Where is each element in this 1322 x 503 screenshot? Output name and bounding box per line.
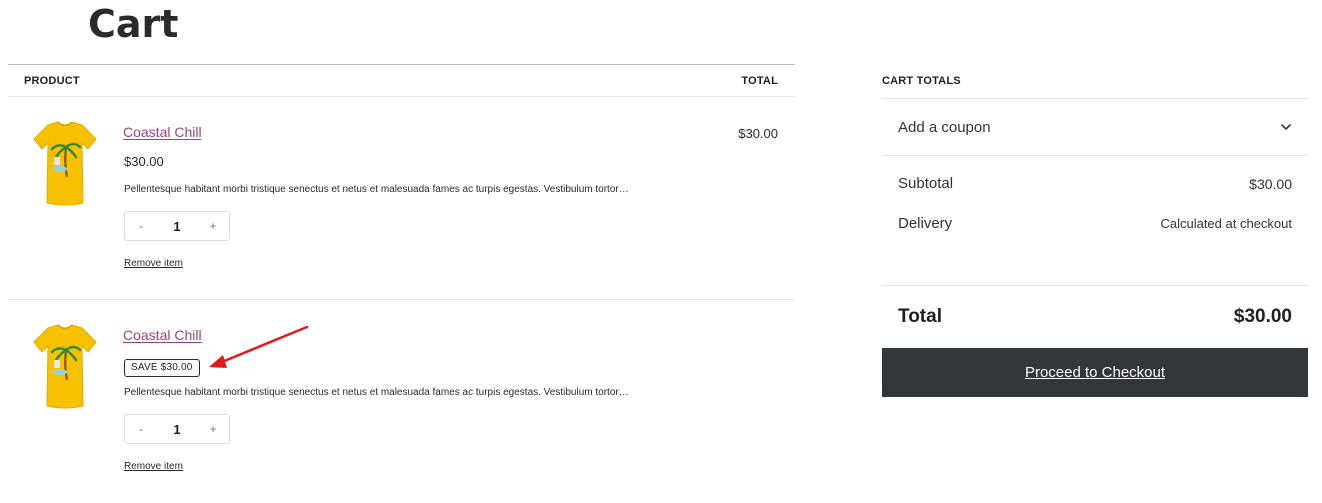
quantity-stepper: - 1 +	[124, 414, 230, 444]
cart-totals-heading: CART TOTALS	[882, 64, 1308, 99]
total-row: Total $30.00	[882, 286, 1308, 348]
product-name-link[interactable]: Coastal Chill	[123, 327, 202, 343]
quantity-increase-button[interactable]: +	[207, 422, 219, 436]
product-description: Pellentesque habitant morbi tristique se…	[124, 387, 629, 398]
page-title: Cart	[88, 2, 179, 46]
quantity-stepper: - 1 +	[124, 211, 230, 241]
product-price: $30.00	[124, 154, 164, 169]
quantity-increase-button[interactable]: +	[207, 219, 219, 233]
quantity-decrease-button[interactable]: -	[135, 422, 147, 436]
subtotal-row: Subtotal $30.00	[898, 175, 1292, 192]
total-label: Total	[898, 306, 942, 327]
cart-items-table: PRODUCT TOTAL Coastal Chill $30.00 Pelle…	[8, 64, 795, 503]
product-description: Pellentesque habitant morbi tristique se…	[124, 184, 629, 195]
delivery-value: Calculated at checkout	[1160, 216, 1292, 231]
line-total: $30.00	[738, 126, 778, 141]
product-image[interactable]	[30, 119, 100, 209]
add-coupon-label: Add a coupon	[898, 118, 991, 136]
total-column-header: TOTAL	[741, 74, 778, 87]
remove-item-link[interactable]: Remove item	[124, 258, 183, 269]
add-coupon-toggle[interactable]: Add a coupon	[882, 99, 1308, 156]
proceed-to-checkout-button[interactable]: Proceed to Checkout	[882, 348, 1308, 397]
delivery-row: Delivery Calculated at checkout	[898, 215, 1292, 232]
save-badge: SAVE $30.00	[124, 359, 200, 377]
red-arrow-icon	[209, 325, 309, 368]
total-value: $30.00	[1233, 306, 1292, 327]
chevron-down-icon[interactable]	[1280, 121, 1292, 133]
quantity-value[interactable]: 1	[173, 219, 180, 234]
cart-item-row: Coastal Chill SAVE $30.00 Pellentesque h…	[8, 300, 795, 503]
quantity-value[interactable]: 1	[173, 422, 180, 437]
quantity-decrease-button[interactable]: -	[135, 219, 147, 233]
cart-totals-panel: CART TOTALS Add a coupon Subtotal $30.00…	[882, 64, 1308, 397]
subtotal-value: $30.00	[1249, 175, 1292, 192]
product-image[interactable]	[30, 322, 100, 412]
table-header: PRODUCT TOTAL	[8, 64, 795, 97]
remove-item-link[interactable]: Remove item	[124, 461, 183, 472]
delivery-label: Delivery	[898, 215, 953, 232]
totals-summary: Subtotal $30.00 Delivery Calculated at c…	[882, 156, 1308, 286]
cart-item-row: Coastal Chill $30.00 Pellentesque habita…	[8, 97, 795, 300]
subtotal-label: Subtotal	[898, 175, 954, 192]
product-column-header: PRODUCT	[24, 74, 80, 87]
product-name-link[interactable]: Coastal Chill	[123, 124, 202, 140]
